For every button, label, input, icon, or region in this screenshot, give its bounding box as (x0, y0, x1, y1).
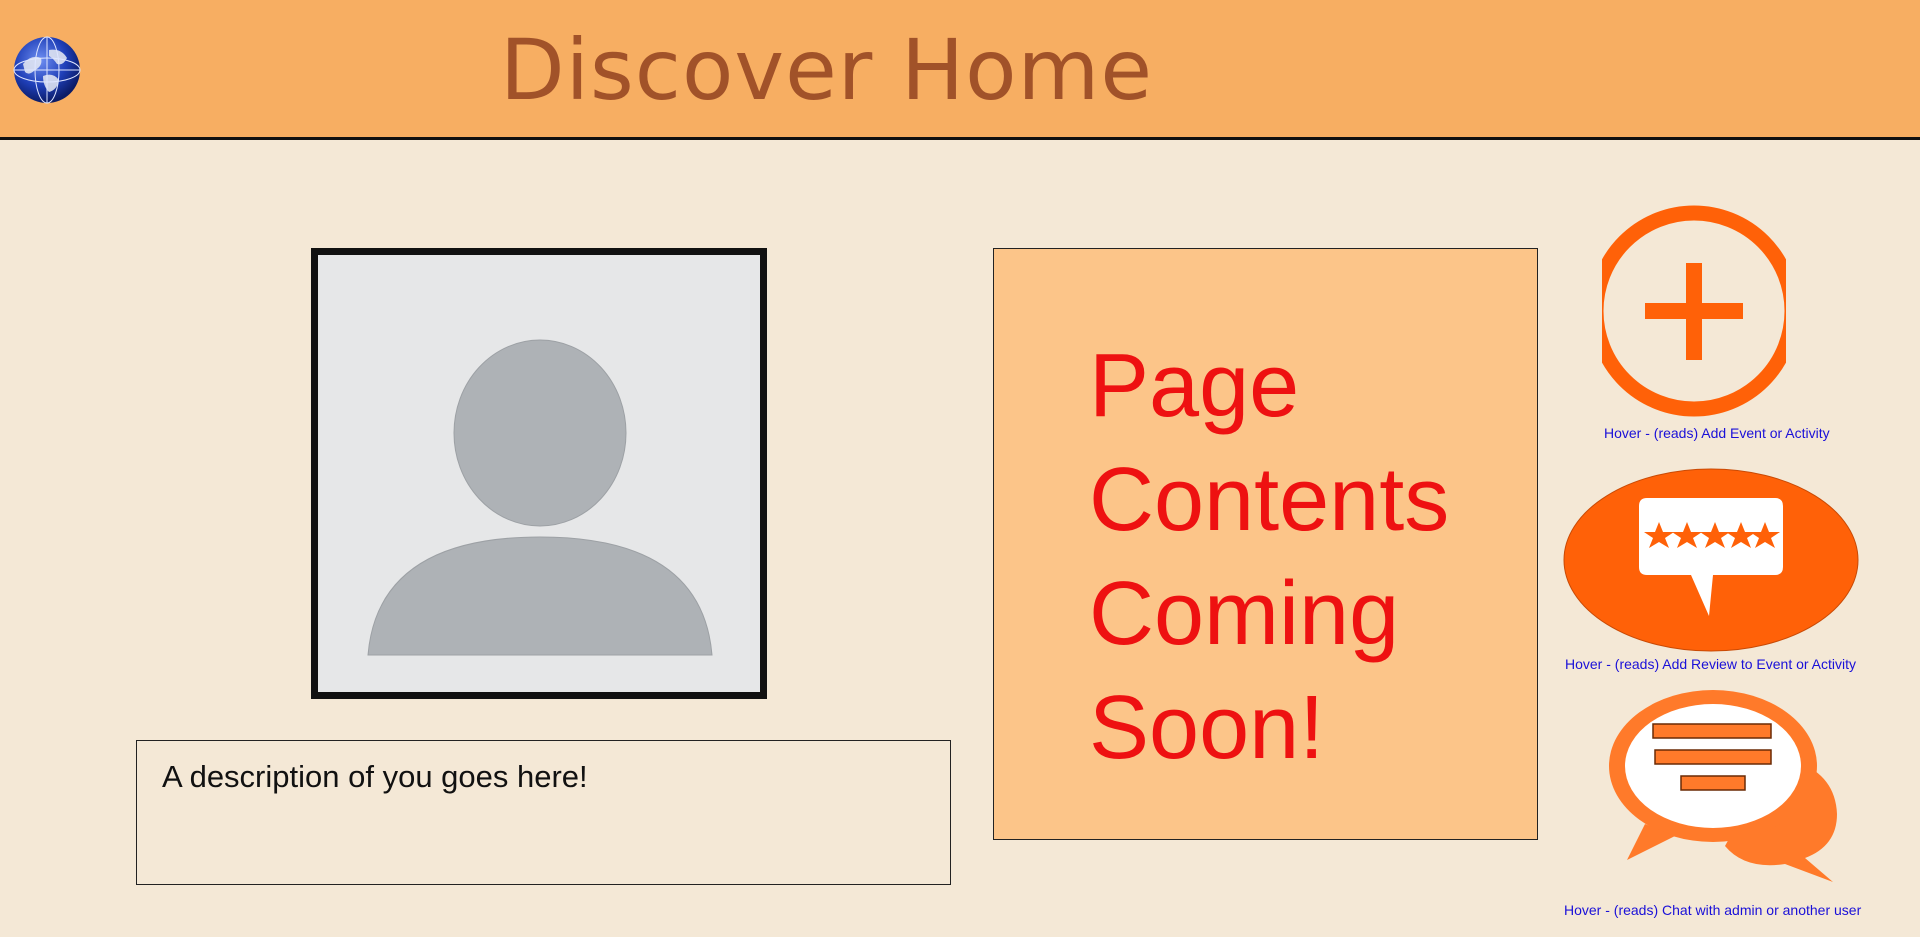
main-content: A description of you goes here! Page Con… (0, 140, 1920, 937)
coming-soon-line: Soon! (1089, 678, 1325, 778)
add-event-caption: Hover - (reads) Add Event or Activity (1604, 425, 1830, 441)
top-header: Discover Home (0, 0, 1920, 140)
coming-soon-line: Contents (1089, 450, 1450, 550)
add-circle-icon[interactable] (1602, 204, 1786, 420)
add-review-caption: Hover - (reads) Add Review to Event or A… (1565, 656, 1856, 672)
coming-soon-text: Page Contents Coming Soon! (1089, 329, 1529, 785)
globe-icon[interactable] (13, 36, 81, 104)
coming-soon-line: Coming (1089, 564, 1400, 664)
description-box[interactable]: A description of you goes here! (136, 740, 951, 885)
profile-picture[interactable] (311, 248, 767, 699)
user-placeholder-icon (367, 339, 713, 656)
page-title: Discover Home (500, 21, 1154, 119)
coming-soon-line: Page (1089, 336, 1300, 436)
chat-bubbles-icon[interactable] (1605, 686, 1845, 886)
review-stars-icon[interactable] (1563, 468, 1859, 654)
chat-caption: Hover - (reads) Chat with admin or anoth… (1564, 902, 1862, 918)
description-text: A description of you goes here! (162, 759, 588, 794)
coming-soon-panel: Page Contents Coming Soon! (993, 248, 1538, 840)
